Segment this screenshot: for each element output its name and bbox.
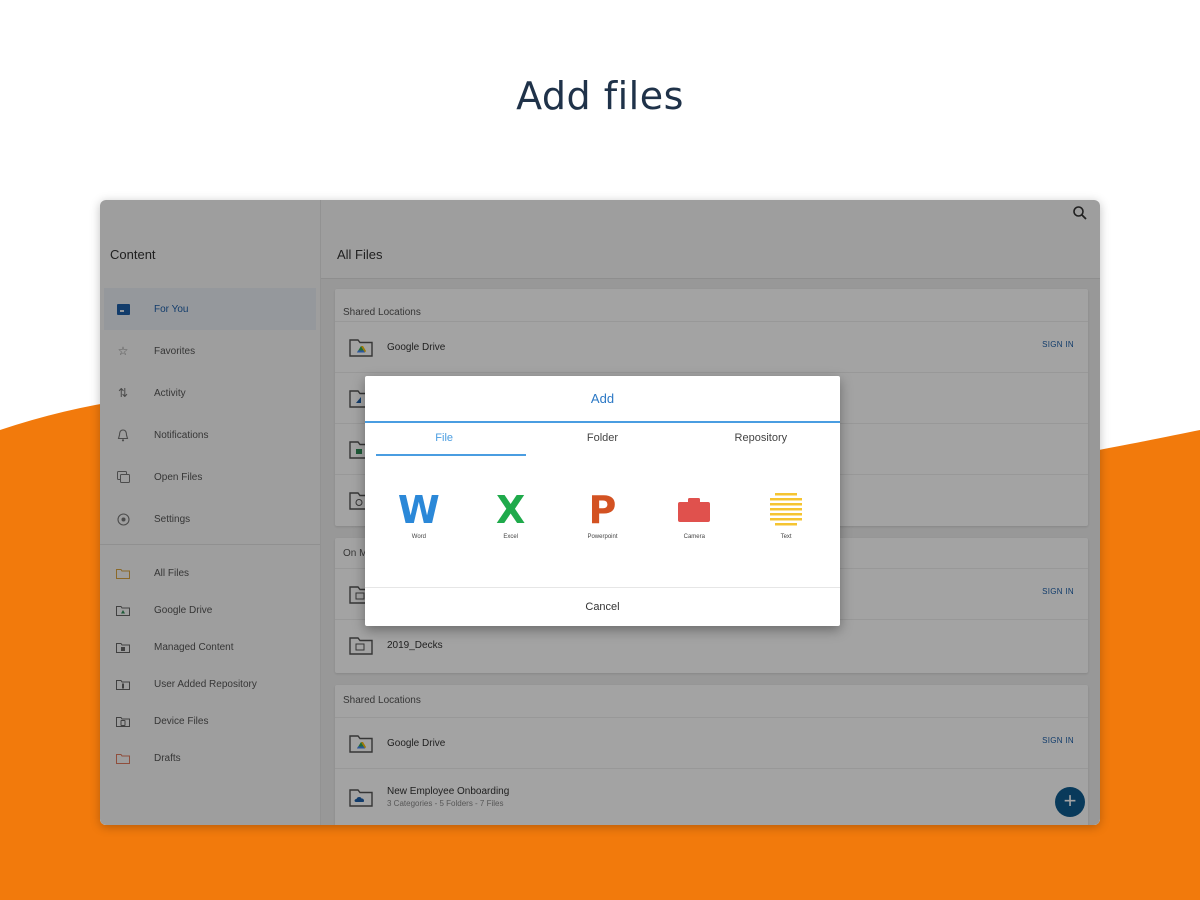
text-option[interactable]: Text bbox=[746, 488, 826, 540]
tab-file[interactable]: File bbox=[365, 423, 523, 456]
active-tab-indicator bbox=[376, 454, 526, 456]
powerpoint-icon: P bbox=[588, 488, 617, 532]
tab-repository[interactable]: Repository bbox=[682, 423, 840, 456]
option-label: Text bbox=[780, 534, 792, 540]
file-type-options: W Word X Excel P Powerpoint Camera Text bbox=[365, 488, 840, 540]
option-label: Camera bbox=[683, 534, 705, 540]
cancel-button[interactable]: Cancel bbox=[365, 587, 840, 626]
tablet-screen: Content For You ☆ Favorites ⇅ Activity N… bbox=[100, 200, 1100, 825]
dialog-tabs: File Folder Repository bbox=[365, 423, 840, 456]
powerpoint-option[interactable]: P Powerpoint bbox=[562, 488, 642, 540]
option-label: Word bbox=[411, 534, 426, 540]
camera-icon bbox=[654, 488, 734, 532]
excel-icon: X bbox=[496, 488, 526, 532]
word-icon: W bbox=[397, 488, 440, 532]
dialog-title: Add bbox=[365, 376, 840, 423]
option-label: Excel bbox=[503, 534, 519, 540]
excel-option[interactable]: X Excel bbox=[471, 488, 551, 540]
option-label: Powerpoint bbox=[587, 534, 618, 540]
tab-folder[interactable]: Folder bbox=[523, 423, 681, 456]
camera-option[interactable]: Camera bbox=[654, 488, 734, 540]
text-icon bbox=[746, 488, 826, 532]
app-window: Content For You ☆ Favorites ⇅ Activity N… bbox=[100, 200, 1100, 825]
page-title: Add files bbox=[516, 74, 684, 118]
add-dialog: Add File Folder Repository W Word X Exce… bbox=[365, 376, 840, 626]
word-option[interactable]: W Word bbox=[379, 488, 459, 540]
